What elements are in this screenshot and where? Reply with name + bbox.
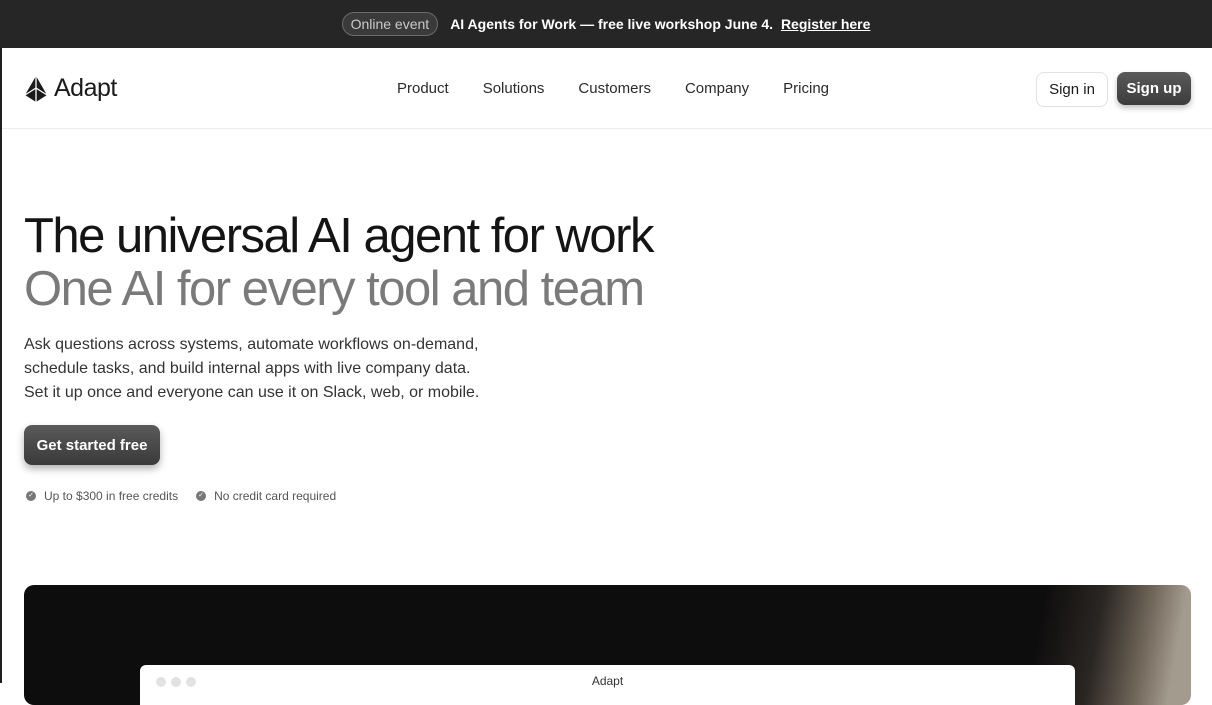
sign-in-button[interactable]: Sign in <box>1036 72 1108 107</box>
perk-label: No credit card required <box>214 489 337 503</box>
logo-text: Adapt <box>54 74 117 102</box>
site-header: Adapt Product Solutions Customers Compan… <box>2 48 1212 129</box>
check-circle-icon: ✓ <box>196 491 207 501</box>
perk-item: ✓ Up to $300 in free credits <box>26 489 178 503</box>
logo[interactable]: Adapt <box>24 74 117 103</box>
register-link[interactable]: Register here <box>781 16 870 32</box>
description-line: Ask questions across systems, automate w… <box>24 336 479 353</box>
perk-item: ✓ No credit card required <box>196 489 336 503</box>
event-badge: Online event <box>341 12 439 36</box>
perk-label: Up to $300 in free credits <box>44 489 179 503</box>
sign-up-button[interactable]: Sign up <box>1117 72 1191 105</box>
nav-item-pricing[interactable]: Pricing <box>783 80 829 97</box>
announcement-text: AI Agents for Work — free live workshop … <box>450 16 774 32</box>
get-started-button[interactable]: Get started free <box>24 425 160 465</box>
nav-item-product[interactable]: Product <box>397 80 449 97</box>
announcement-bar: Online event AI Agents for Work — free l… <box>0 0 1212 48</box>
adapt-logo-icon <box>24 75 48 102</box>
description-line: Set it up once and everyone can use it o… <box>24 384 480 401</box>
check-circle-icon: ✓ <box>26 491 36 501</box>
hero-description: Ask questions across systems, automate w… <box>24 333 544 405</box>
main-nav: Product Solutions Customers Company Pric… <box>397 80 829 97</box>
preview-window: Adapt <box>140 665 1075 705</box>
product-preview: Adapt <box>24 585 1191 705</box>
perks-list: ✓ Up to $300 in free credits ✓ No credit… <box>26 489 336 503</box>
description-line: schedule tasks, and build internal apps … <box>24 360 471 377</box>
nav-item-solutions[interactable]: Solutions <box>483 80 545 97</box>
preview-window-title: Adapt <box>591 674 624 688</box>
nav-item-company[interactable]: Company <box>685 80 749 97</box>
hero-title: The universal AI agent for work <box>24 209 654 263</box>
hero-subtitle: One AI for every tool and team <box>24 262 645 316</box>
nav-item-customers[interactable]: Customers <box>578 80 651 97</box>
